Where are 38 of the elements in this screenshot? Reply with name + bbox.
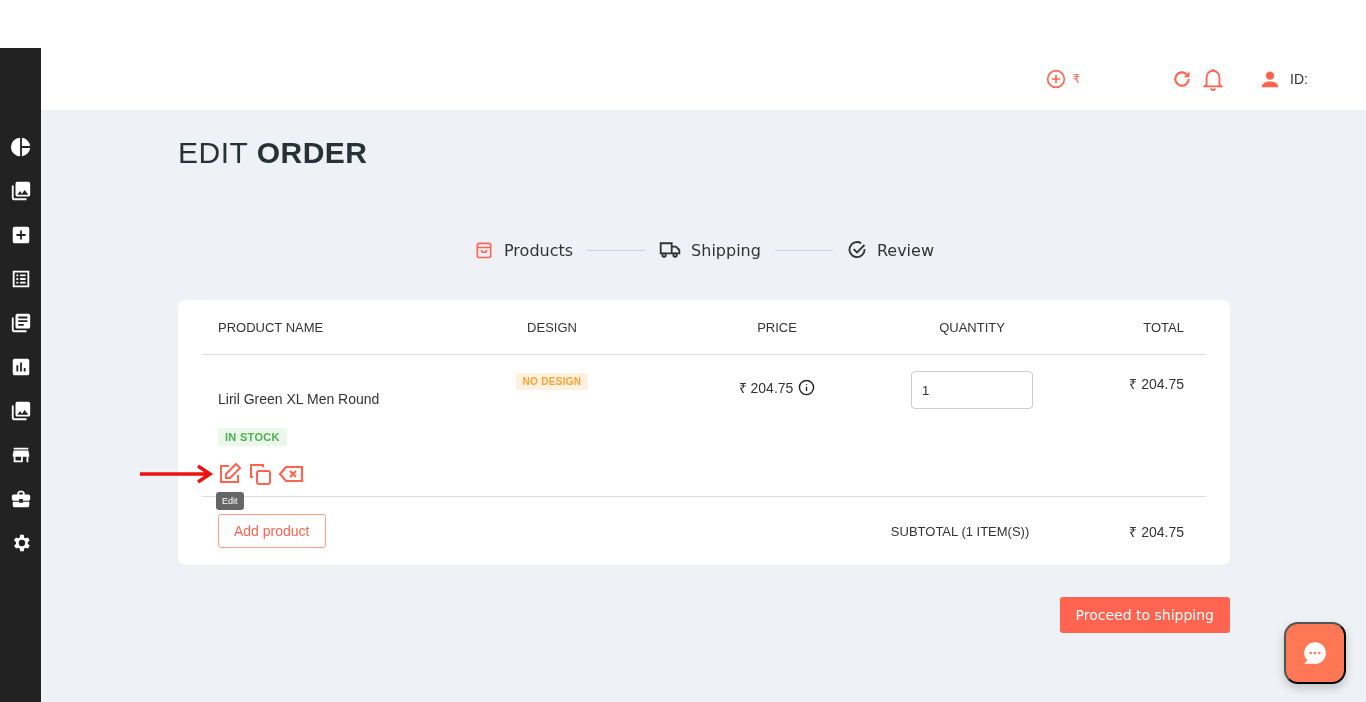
column-header: DESIGN bbox=[526, 319, 578, 335]
step-label[interactable]: Review bbox=[876, 240, 934, 260]
user-id-label: ID: bbox=[1290, 71, 1308, 87]
page-title: EDIT ORDER bbox=[178, 136, 369, 170]
tooltip: Edit bbox=[216, 492, 244, 510]
step-label[interactable]: Products bbox=[504, 240, 574, 260]
refresh-icon[interactable] bbox=[1172, 69, 1193, 89]
user-icon[interactable] bbox=[1260, 69, 1281, 89]
images-icon[interactable] bbox=[9, 400, 32, 422]
currency-symbol: ₹ bbox=[1072, 72, 1081, 86]
edit-icon[interactable] bbox=[218, 462, 242, 486]
pie-chart-icon[interactable] bbox=[9, 136, 32, 158]
column-header: QUANTITY bbox=[938, 319, 1006, 335]
copy-icon[interactable] bbox=[248, 462, 272, 486]
truck-icon bbox=[659, 240, 682, 260]
info-icon[interactable] bbox=[798, 379, 816, 396]
documents-icon[interactable] bbox=[9, 312, 32, 334]
briefcase-icon[interactable] bbox=[9, 488, 32, 510]
total-value: ₹ 204.75 bbox=[1129, 375, 1185, 394]
stock-badge: IN STOCK bbox=[218, 428, 287, 446]
step-label[interactable]: Shipping bbox=[691, 240, 761, 260]
column-header: PRICE bbox=[756, 319, 798, 335]
subtotal-value: ₹ 204.75 bbox=[1129, 522, 1184, 541]
images-icon[interactable] bbox=[9, 180, 32, 202]
subtotal-label: SUBTOTAL (1 ITEM(S)) bbox=[890, 523, 1030, 539]
product-name: Liril Green XL Men Round bbox=[218, 391, 380, 407]
bell-icon[interactable] bbox=[1202, 67, 1225, 91]
add-circle-icon[interactable] bbox=[1046, 69, 1067, 89]
column-header: TOTAL bbox=[1142, 319, 1185, 335]
backspace-icon[interactable] bbox=[278, 464, 304, 484]
column-header: PRODUCT NAME bbox=[217, 319, 325, 335]
quantity-field[interactable]: 1 bbox=[911, 371, 1033, 409]
check-circle-icon bbox=[846, 240, 867, 260]
chat-button[interactable] bbox=[1284, 622, 1346, 684]
price-value: ₹ 204.75 bbox=[738, 379, 794, 397]
chat-bubble-icon bbox=[1302, 640, 1328, 666]
shopping-bag-icon bbox=[474, 240, 494, 260]
design-badge: NO DESIGN bbox=[515, 373, 589, 390]
